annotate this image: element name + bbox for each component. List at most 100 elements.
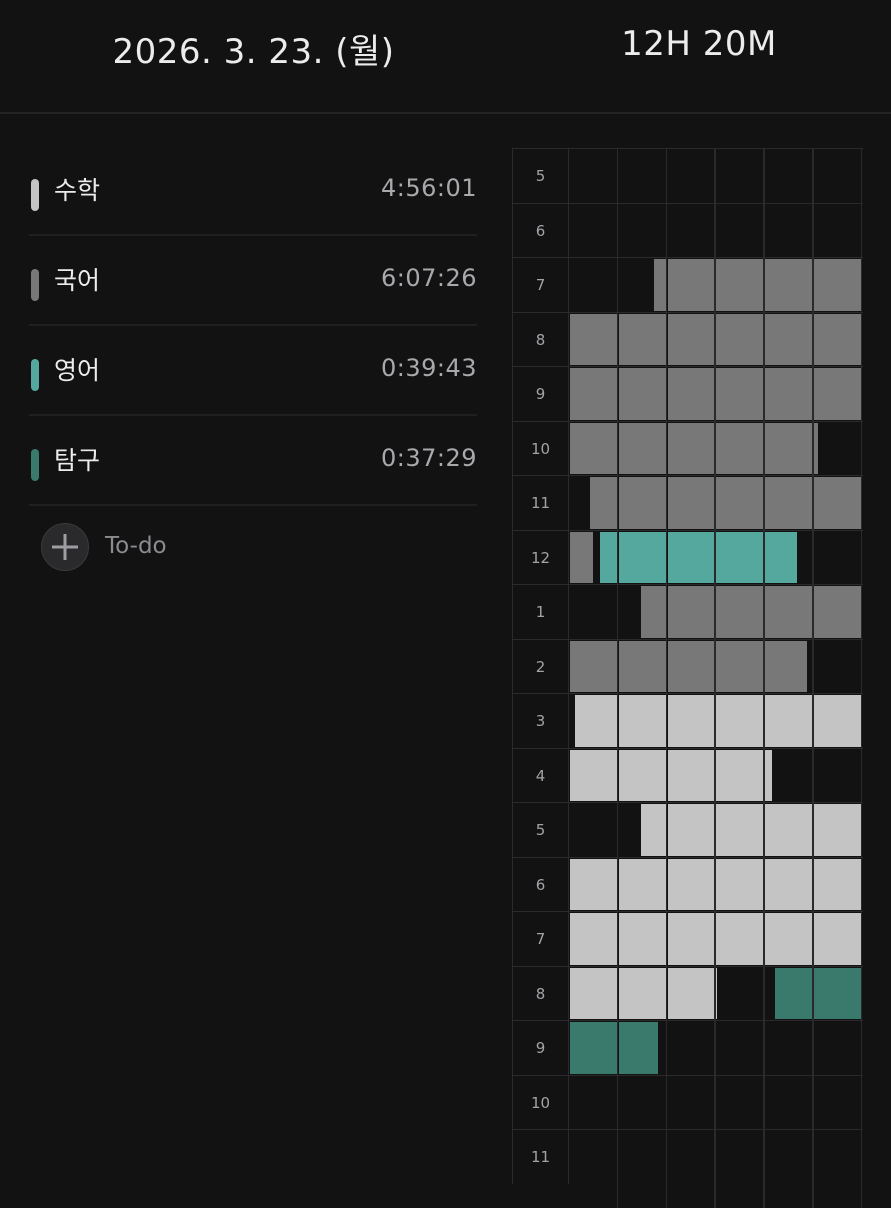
study-block	[814, 967, 861, 1019]
subject-time: 4:56:01	[380, 174, 477, 202]
study-block	[716, 695, 764, 747]
study-block	[716, 804, 764, 856]
subject-name: 영어	[54, 356, 101, 385]
study-block	[618, 967, 666, 1019]
plus-icon[interactable]	[41, 523, 89, 571]
hour-label: 11	[512, 1130, 569, 1184]
study-block	[667, 477, 715, 529]
date-title[interactable]: 2026. 3. 23. (월)	[0, 24, 507, 73]
study-block	[667, 422, 715, 474]
timeline-row: 9	[512, 366, 863, 421]
subject-item-english[interactable]: 영어 0:39:43	[29, 326, 477, 416]
study-block	[716, 640, 764, 692]
total-study-time: 12H 20M	[621, 24, 777, 64]
timeline-row: 3	[512, 693, 863, 748]
subject-item-math[interactable]: 수학 4:56:01	[29, 146, 477, 236]
study-block	[765, 586, 812, 638]
study-block	[814, 695, 861, 747]
grid-line	[616, 148, 619, 1208]
hour-label: 8	[512, 312, 569, 366]
study-block	[640, 804, 666, 856]
timeline-row: 10	[512, 1074, 863, 1129]
study-block	[765, 531, 798, 583]
subject-name: 수학	[54, 176, 101, 205]
study-block	[716, 967, 718, 1019]
study-block	[618, 858, 666, 910]
timeline-row: 7	[512, 257, 863, 312]
study-block	[765, 368, 812, 420]
subject-name: 국어	[54, 266, 101, 295]
hour-label: 12	[512, 530, 569, 584]
hour-label: 10	[512, 421, 569, 475]
study-block	[667, 259, 715, 311]
study-block	[570, 422, 617, 474]
timeline-row: 6	[512, 856, 863, 911]
study-block	[814, 913, 861, 965]
study-block	[814, 259, 861, 311]
study-block	[765, 695, 812, 747]
hour-label: 8	[512, 966, 569, 1020]
study-block	[667, 967, 715, 1019]
study-block	[814, 368, 861, 420]
study-block	[570, 749, 617, 801]
hour-label: 10	[512, 1075, 569, 1129]
subject-time: 6:07:26	[380, 264, 477, 292]
study-timeline-grid: 5 6 7 8 9 10 11 12 1 2 3 4 5 6 7 8 9 10 11	[512, 148, 863, 1208]
hour-label: 9	[512, 367, 569, 421]
study-block	[716, 477, 764, 529]
study-block	[618, 531, 666, 583]
study-block	[600, 531, 617, 583]
study-block	[570, 913, 617, 965]
study-block	[667, 695, 715, 747]
timeline-row: 9	[512, 1020, 863, 1075]
study-block	[716, 422, 764, 474]
study-block	[765, 640, 808, 692]
study-block	[570, 313, 617, 365]
hour-label: 7	[512, 912, 569, 966]
hour-label: 5	[512, 149, 569, 203]
study-block	[765, 477, 812, 529]
hour-label: 11	[512, 476, 569, 530]
study-block	[618, 477, 666, 529]
study-block	[570, 858, 617, 910]
grid-line	[665, 148, 668, 1208]
timeline-row: 11	[512, 475, 863, 530]
study-block	[765, 313, 812, 365]
study-block	[765, 749, 772, 801]
study-block	[716, 586, 764, 638]
timeline-row: 8	[512, 965, 863, 1020]
subject-name: 탐구	[54, 446, 101, 475]
study-block	[814, 804, 861, 856]
timeline-row: 5	[512, 802, 863, 857]
subject-item-korean[interactable]: 국어 6:07:26	[29, 236, 477, 326]
study-block	[716, 313, 764, 365]
hour-label: 1	[512, 585, 569, 639]
timeline-row: 4	[512, 747, 863, 802]
study-block	[618, 695, 666, 747]
study-block	[814, 477, 861, 529]
study-block	[814, 586, 861, 638]
subject-time: 0:37:29	[380, 444, 477, 472]
subject-color-bar	[31, 179, 39, 211]
hour-label: 6	[512, 203, 569, 257]
timeline-row: 8	[512, 311, 863, 366]
timeline-row: 6	[512, 202, 863, 257]
study-block	[716, 368, 764, 420]
todo-label: To-do	[105, 533, 167, 559]
study-block	[716, 749, 764, 801]
study-block	[716, 913, 764, 965]
hour-label: 2	[512, 639, 569, 693]
study-block	[667, 313, 715, 365]
subject-time: 0:39:43	[380, 354, 477, 382]
grid-line	[763, 148, 765, 1208]
subject-item-inquiry[interactable]: 탐구 0:37:29	[29, 416, 477, 506]
study-block	[667, 531, 715, 583]
hour-label: 6	[512, 857, 569, 911]
timeline-row: 12	[512, 529, 863, 584]
study-block	[667, 913, 715, 965]
timeline-row: 1	[512, 584, 863, 639]
study-block	[618, 313, 666, 365]
study-block	[618, 422, 666, 474]
hour-label: 3	[512, 694, 569, 748]
study-block	[618, 368, 666, 420]
